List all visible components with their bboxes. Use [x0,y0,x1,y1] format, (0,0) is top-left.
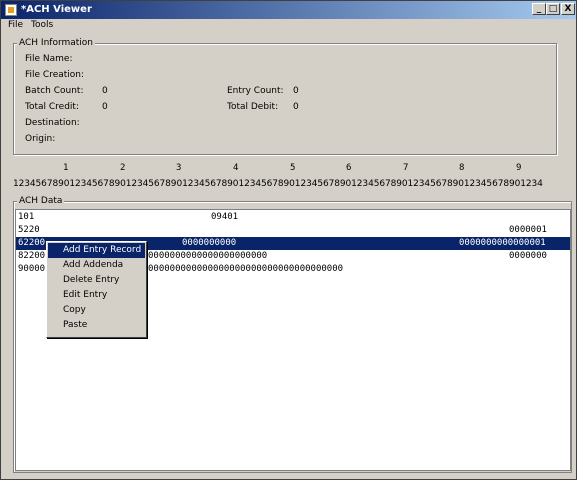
total-debit-label: Total Debit: [227,102,279,112]
file-creation-label: File Creation: [25,70,85,80]
ruler-tens-2: 2 [120,163,126,173]
maximize-button[interactable]: □ [546,3,560,15]
column-ruler-digits: 1234567890123456789012345678901234567890… [13,179,543,189]
total-debit-value: 0 [293,102,299,112]
ach-record-row[interactable]: 101 09401 [16,211,570,224]
ruler-tens-9: 9 [516,163,522,173]
ruler-tens-3: 3 [176,163,182,173]
menu-paste[interactable]: Paste [48,318,145,333]
menu-file[interactable]: File [8,20,23,30]
menu-add-entry-record[interactable]: Add Entry Record [48,243,145,258]
menu-delete-entry[interactable]: Delete Entry [48,273,145,288]
entry-count-value: 0 [293,86,299,96]
ach-information-legend: ACH Information [17,38,96,48]
batch-count-label: Batch Count: [25,86,84,96]
total-credit-value: 0 [102,102,108,112]
ruler-tens-7: 7 [403,163,409,173]
context-menu: Add Entry Record Add Addenda Delete Entr… [46,241,147,338]
ach-viewer-window: *ACH Viewer _ □ X File Tools ACH Informa… [0,0,577,480]
ach-data-legend: ACH Data [17,196,65,206]
row-field-b: 000000000000000000000000000000000000 [148,264,344,274]
window-title: *ACH Viewer [21,4,92,15]
ruler-tens-5: 5 [290,163,296,173]
origin-label: Origin: [25,134,56,144]
row-field-b: 09401 [211,212,239,222]
row-field-a: 82200 [18,251,46,261]
menu-edit-entry[interactable]: Edit Entry [48,288,145,303]
entry-count-label: Entry Count: [227,86,284,96]
ach-record-row[interactable]: 5220 0000001 [16,224,570,237]
row-field-c: 0000000000000001 [459,238,546,248]
ruler-tens-1: 1 [63,163,69,173]
app-icon [5,4,17,16]
row-field-b: 0000000000000000000000 [148,251,268,261]
row-field-a: 62200 [18,238,46,248]
minimize-button[interactable]: _ [532,3,546,15]
file-name-label: File Name: [25,54,73,64]
row-field-c: 0000000 [509,251,547,261]
row-field-c: 0000001 [509,225,547,235]
total-credit-label: Total Credit: [25,102,79,112]
menu-add-addenda[interactable]: Add Addenda [48,258,145,273]
menu-bar: File Tools [1,19,576,34]
row-field-a: 101 [18,212,35,222]
row-field-b: 0000000000 [182,238,237,248]
row-field-a: 5220 [18,225,40,235]
ruler-tens-4: 4 [233,163,239,173]
title-bar[interactable]: *ACH Viewer _ □ X [1,1,576,19]
menu-tools[interactable]: Tools [31,20,53,30]
ruler-tens-8: 8 [459,163,465,173]
row-field-a: 90000 [18,264,46,274]
ruler-tens-6: 6 [346,163,352,173]
batch-count-value: 0 [102,86,108,96]
destination-label: Destination: [25,118,80,128]
close-button[interactable]: X [561,3,575,15]
ach-information-group [13,43,557,155]
menu-copy[interactable]: Copy [48,303,145,318]
